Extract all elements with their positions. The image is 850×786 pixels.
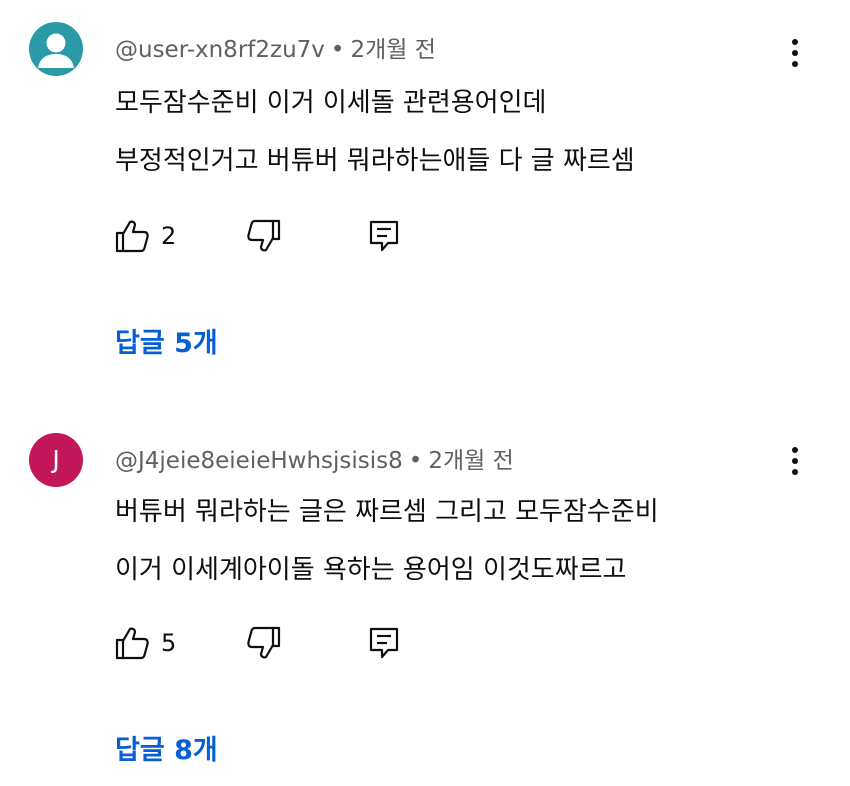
comment-text-line: 부정적인거고 버튜버 뭐라하는애들 다 글 짜르셈 — [115, 146, 635, 176]
like-count: 5 — [161, 629, 177, 657]
like-icon[interactable] — [114, 625, 150, 661]
dislike-icon[interactable] — [246, 625, 282, 661]
comment-meta: @user-xn8rf2zu7v • 2개월 전 — [115, 30, 436, 64]
separator-dot: • — [330, 37, 345, 63]
reply-icon[interactable] — [366, 218, 402, 254]
comment-text-line: 이거 이세계아이돌 욕하는 용어임 이것도짜르고 — [115, 555, 627, 585]
dislike-icon[interactable] — [246, 218, 282, 254]
more-options-icon[interactable] — [780, 443, 810, 479]
replies-button[interactable]: 답글 8개 — [115, 728, 218, 767]
avatar-letter: J — [52, 445, 60, 474]
replies-button[interactable]: 답글 5개 — [115, 321, 218, 360]
like-icon[interactable] — [114, 218, 150, 254]
default-user-icon — [38, 33, 74, 68]
timestamp[interactable]: 2개월 전 — [350, 37, 435, 63]
comment-actions: 5 — [0, 625, 850, 665]
more-options-icon[interactable] — [780, 35, 810, 71]
avatar[interactable]: J — [29, 433, 83, 487]
timestamp[interactable]: 2개월 전 — [428, 448, 513, 474]
avatar[interactable] — [29, 22, 83, 76]
comment-text-line: 버튜버 뭐라하는 글은 짜르셈 그리고 모두잠수준비 — [115, 497, 659, 527]
separator-dot: • — [408, 448, 423, 474]
comment-meta: @J4jeie8eieieHwhsjsisis8 • 2개월 전 — [115, 441, 514, 475]
like-count: 2 — [161, 222, 177, 250]
comment-text-line: 모두잠수준비 이거 이세돌 관련용어인데 — [115, 88, 547, 118]
reply-icon[interactable] — [366, 625, 402, 661]
comment-actions: 2 — [0, 218, 850, 258]
username[interactable]: @J4jeie8eieieHwhsjsisis8 — [115, 448, 403, 474]
username[interactable]: @user-xn8rf2zu7v — [115, 37, 325, 63]
